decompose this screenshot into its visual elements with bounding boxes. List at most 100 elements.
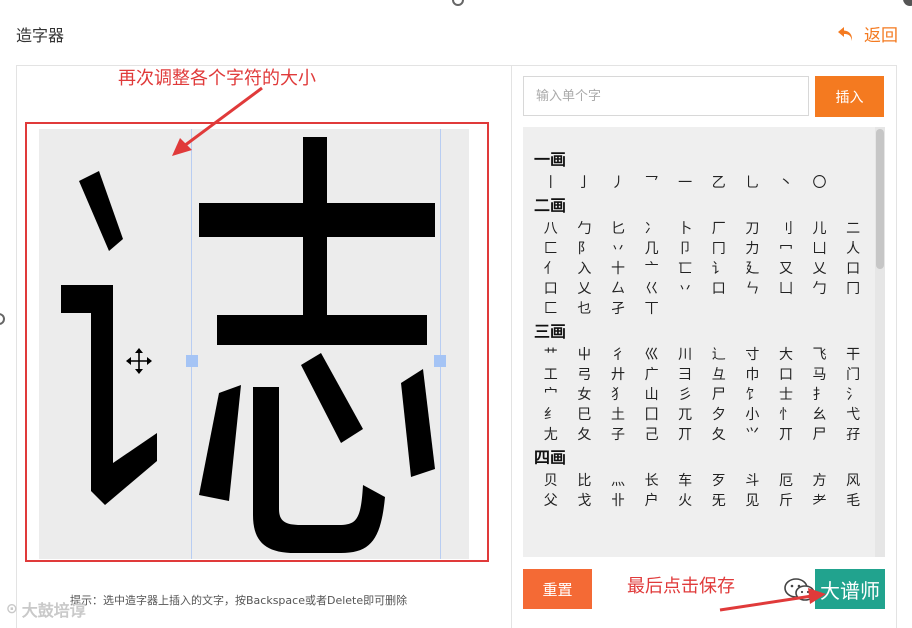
radical-item[interactable]: 弋: [836, 405, 870, 425]
radical-item[interactable]: 厂: [702, 219, 736, 239]
radical-item[interactable]: 夂: [568, 425, 602, 445]
radical-item[interactable]: 巾: [736, 365, 770, 385]
radical-item[interactable]: 又: [769, 259, 803, 279]
radical-item[interactable]: 子: [601, 425, 635, 445]
radical-item[interactable]: 厄: [769, 471, 803, 491]
radical-item[interactable]: 夂: [702, 425, 736, 445]
radical-item[interactable]: 川: [668, 345, 702, 365]
radical-item[interactable]: 飞: [803, 345, 837, 365]
radical-item[interactable]: 刀: [736, 219, 770, 239]
radical-item[interactable]: 氵: [836, 385, 870, 405]
radical-item[interactable]: 己: [635, 425, 669, 445]
radical-item[interactable]: 人: [836, 239, 870, 259]
radical-item[interactable]: 斗: [736, 471, 770, 491]
radical-item[interactable]: 辶: [702, 345, 736, 365]
radical-item[interactable]: 巜: [635, 279, 669, 299]
radical-item[interactable]: 丅: [635, 299, 669, 319]
radical-item[interactable]: 亅: [568, 173, 602, 193]
radical-item[interactable]: 廾: [601, 365, 635, 385]
radical-item[interactable]: 乜: [568, 299, 602, 319]
radical-item[interactable]: 冂: [702, 239, 736, 259]
radical-item[interactable]: 父: [534, 491, 568, 511]
radical-item[interactable]: 卜: [668, 219, 702, 239]
radical-item[interactable]: 尸: [803, 425, 837, 445]
radical-item[interactable]: 丨: [534, 173, 568, 193]
radical-item[interactable]: 旡: [702, 491, 736, 511]
radical-item[interactable]: 厶: [601, 279, 635, 299]
radical-item[interactable]: 幺: [803, 405, 837, 425]
radical-item[interactable]: 户: [635, 491, 669, 511]
radical-item[interactable]: 歹: [702, 471, 736, 491]
radical-item[interactable]: 〇: [803, 173, 837, 193]
radical-item[interactable]: 匚: [534, 299, 568, 319]
radical-item[interactable]: 车: [668, 471, 702, 491]
resize-handle-right[interactable]: [434, 355, 446, 367]
single-char-input[interactable]: [523, 76, 809, 116]
radical-item[interactable]: 卝: [601, 491, 635, 511]
radical-item[interactable]: 孖: [836, 425, 870, 445]
radical-item[interactable]: 丌: [668, 425, 702, 445]
radical-item[interactable]: 乚: [736, 173, 770, 193]
radical-item[interactable]: 马: [803, 365, 837, 385]
radical-item[interactable]: 宀: [534, 385, 568, 405]
radical-item[interactable]: 尢: [534, 425, 568, 445]
radical-item[interactable]: 风: [836, 471, 870, 491]
radical-item[interactable]: 巛: [635, 345, 669, 365]
radical-item[interactable]: 十: [601, 259, 635, 279]
radical-item[interactable]: 勹: [803, 279, 837, 299]
radical-item[interactable]: 卩: [668, 239, 702, 259]
radical-item[interactable]: 二: [836, 219, 870, 239]
radical-item[interactable]: 冫: [635, 219, 669, 239]
radical-item[interactable]: 囗: [635, 405, 669, 425]
radical-item[interactable]: 忄: [769, 405, 803, 425]
insert-button[interactable]: 插入: [815, 76, 884, 117]
radical-item[interactable]: 犭: [601, 385, 635, 405]
radical-item[interactable]: 夕: [702, 405, 736, 425]
radical-item[interactable]: 门: [836, 365, 870, 385]
radical-item[interactable]: 屮: [568, 345, 602, 365]
save-button[interactable]: 大谱师: [815, 569, 885, 609]
radical-item[interactable]: 兀: [668, 405, 702, 425]
radical-item[interactable]: 乂: [803, 259, 837, 279]
radical-item[interactable]: 丷: [668, 279, 702, 299]
radical-item[interactable]: 彐: [668, 365, 702, 385]
radical-item[interactable]: 大: [769, 345, 803, 365]
glyph-canvas[interactable]: [39, 129, 469, 559]
radical-item[interactable]: 寸: [736, 345, 770, 365]
radical-item[interactable]: 纟: [534, 405, 568, 425]
radical-item[interactable]: 儿: [803, 219, 837, 239]
radical-item[interactable]: 八: [534, 219, 568, 239]
radical-item[interactable]: 讠: [702, 259, 736, 279]
radical-item[interactable]: 山: [635, 385, 669, 405]
radical-item[interactable]: 丌: [769, 425, 803, 445]
radical-item[interactable]: 匸: [668, 259, 702, 279]
radical-item[interactable]: 乛: [635, 173, 669, 193]
radical-item[interactable]: 女: [568, 385, 602, 405]
radical-item[interactable]: 尸: [702, 385, 736, 405]
radical-item[interactable]: 匕: [601, 219, 635, 239]
radical-item[interactable]: 口: [836, 259, 870, 279]
radical-item[interactable]: 长: [635, 471, 669, 491]
radical-item[interactable]: 口: [769, 365, 803, 385]
radical-item[interactable]: 入: [568, 259, 602, 279]
radical-item[interactable]: 彑: [702, 365, 736, 385]
radical-item[interactable]: 刂: [769, 219, 803, 239]
radical-item[interactable]: 戈: [568, 491, 602, 511]
radical-item[interactable]: 土: [601, 405, 635, 425]
radical-item[interactable]: 丷: [601, 239, 635, 259]
back-button[interactable]: 返回: [836, 21, 898, 46]
radical-item[interactable]: 廴: [736, 259, 770, 279]
radical-item[interactable]: 灬: [601, 471, 635, 491]
radical-item[interactable]: 干: [836, 345, 870, 365]
radical-item[interactable]: 艹: [534, 345, 568, 365]
radical-item[interactable]: 乙: [702, 173, 736, 193]
radical-item[interactable]: 勹: [568, 219, 602, 239]
radical-item[interactable]: 斤: [769, 491, 803, 511]
radical-picker[interactable]: 一画丨亅丿乛一乙乚丶〇二画八勹匕冫卜厂刀刂儿二匚阝丷几卩冂力冖凵人亻入十亠匸讠廴…: [523, 127, 885, 557]
radical-item[interactable]: 广: [635, 365, 669, 385]
radical-item[interactable]: 凵: [803, 239, 837, 259]
radical-item[interactable]: 一: [668, 173, 702, 193]
radical-item[interactable]: 彡: [668, 385, 702, 405]
radical-item[interactable]: 匚: [534, 239, 568, 259]
radical-item[interactable]: 凵: [769, 279, 803, 299]
